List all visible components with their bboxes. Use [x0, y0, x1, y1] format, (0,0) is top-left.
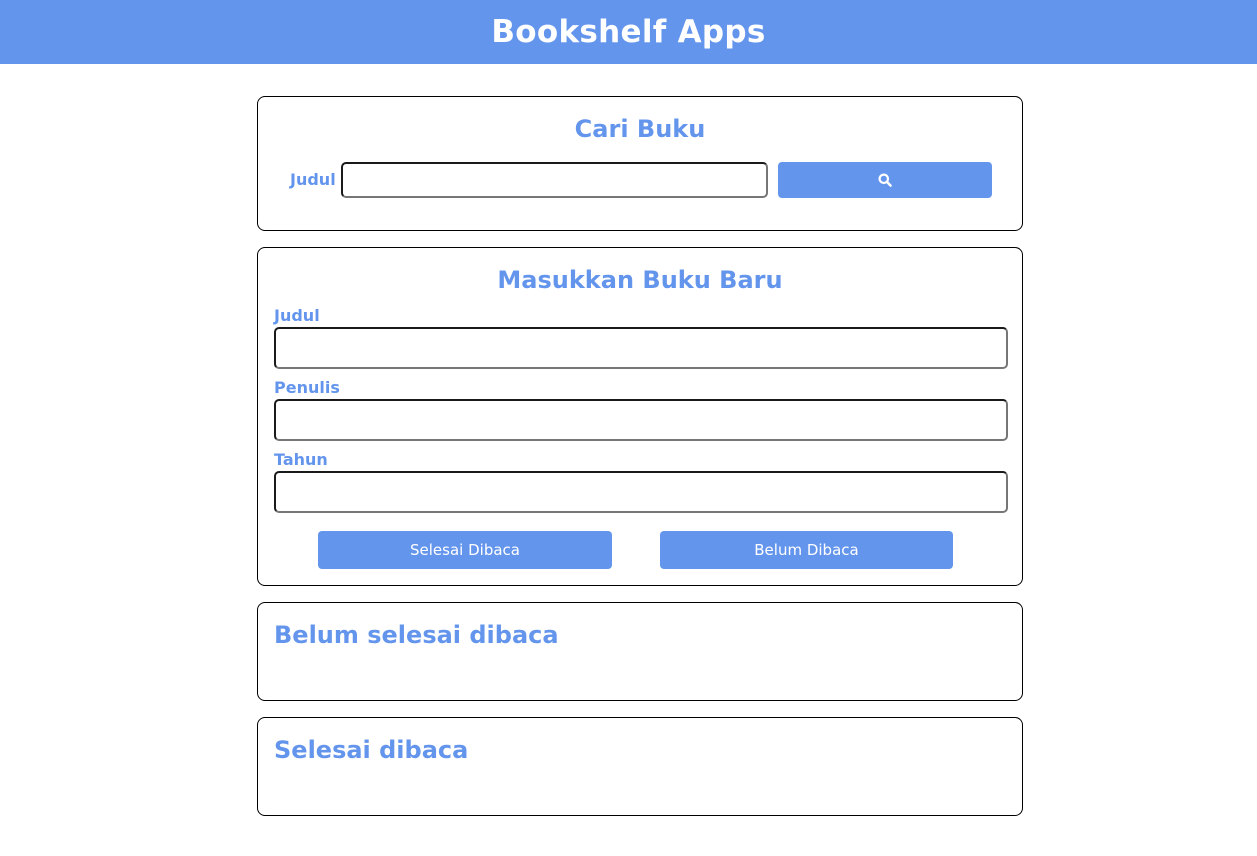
- book-author-input[interactable]: [274, 399, 1008, 441]
- book-title-label: Judul: [274, 306, 320, 325]
- search-title-input[interactable]: [341, 162, 768, 198]
- app-title: Bookshelf Apps: [491, 14, 766, 50]
- incomplete-bookshelf-heading: Belum selesai dibaca: [274, 621, 559, 649]
- book-author-label: Penulis: [274, 378, 340, 397]
- input-book-heading: Masukkan Buku Baru: [497, 266, 783, 294]
- book-year-input[interactable]: [274, 471, 1008, 513]
- complete-bookshelf-heading: Selesai dibaca: [274, 736, 469, 764]
- search-heading: Cari Buku: [574, 115, 706, 143]
- submit-complete-button[interactable]: Selesai Dibaca: [318, 531, 612, 569]
- search-book-section: Cari Buku Judul: [257, 96, 1023, 231]
- incomplete-bookshelf: Belum selesai dibaca: [257, 602, 1023, 701]
- search-title-label: Judul: [290, 170, 336, 189]
- complete-bookshelf: Selesai dibaca: [257, 717, 1023, 816]
- book-title-input[interactable]: [274, 327, 1008, 369]
- book-year-label: Tahun: [274, 450, 328, 469]
- input-book-section: Masukkan Buku Baru Judul Penulis Tahun S…: [257, 247, 1023, 586]
- search-icon: [878, 173, 892, 187]
- search-button[interactable]: [778, 162, 992, 198]
- app-header: Bookshelf Apps: [0, 0, 1257, 64]
- submit-incomplete-button[interactable]: Belum Dibaca: [660, 531, 953, 569]
